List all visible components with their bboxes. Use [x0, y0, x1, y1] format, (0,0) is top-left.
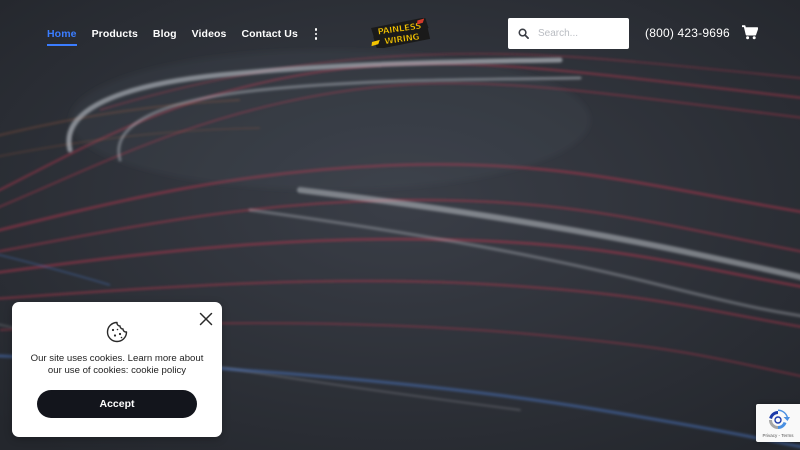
- main-nav: Home Products Blog Videos Contact Us: [47, 27, 321, 46]
- nav-item-blog[interactable]: Blog: [153, 27, 177, 41]
- close-icon[interactable]: [199, 312, 213, 326]
- nav-item-contact-us[interactable]: Contact Us: [241, 27, 297, 41]
- cookie-consent-banner: Our site uses cookies. Learn more about …: [12, 302, 222, 437]
- phone-number[interactable]: (800) 423-9696: [645, 26, 730, 40]
- nav-item-videos[interactable]: Videos: [192, 27, 227, 41]
- site-header: Home Products Blog Videos Contact Us PAI…: [0, 0, 800, 68]
- recaptcha-icon: [769, 409, 790, 429]
- cookie-message: Our site uses cookies. Learn more about …: [30, 353, 204, 377]
- cookie-policy-link[interactable]: cookie policy: [131, 365, 186, 376]
- recaptcha-badge[interactable]: Privacy - Terms: [756, 404, 800, 442]
- page: Home Products Blog Videos Contact Us PAI…: [0, 0, 800, 450]
- search-box[interactable]: [508, 18, 629, 49]
- cookie-icon: [106, 321, 128, 343]
- recaptcha-terms[interactable]: Privacy - Terms: [756, 433, 800, 438]
- search-icon[interactable]: [518, 28, 529, 39]
- accept-cookies-button[interactable]: Accept: [37, 390, 197, 418]
- shopping-cart-icon[interactable]: [742, 25, 758, 40]
- nav-item-products[interactable]: Products: [92, 27, 138, 41]
- vertical-dots-icon[interactable]: [311, 27, 321, 41]
- painless-wiring-logo[interactable]: PAINLESS WIRING: [369, 18, 431, 48]
- search-input[interactable]: [538, 25, 624, 42]
- nav-item-home[interactable]: Home: [47, 27, 77, 46]
